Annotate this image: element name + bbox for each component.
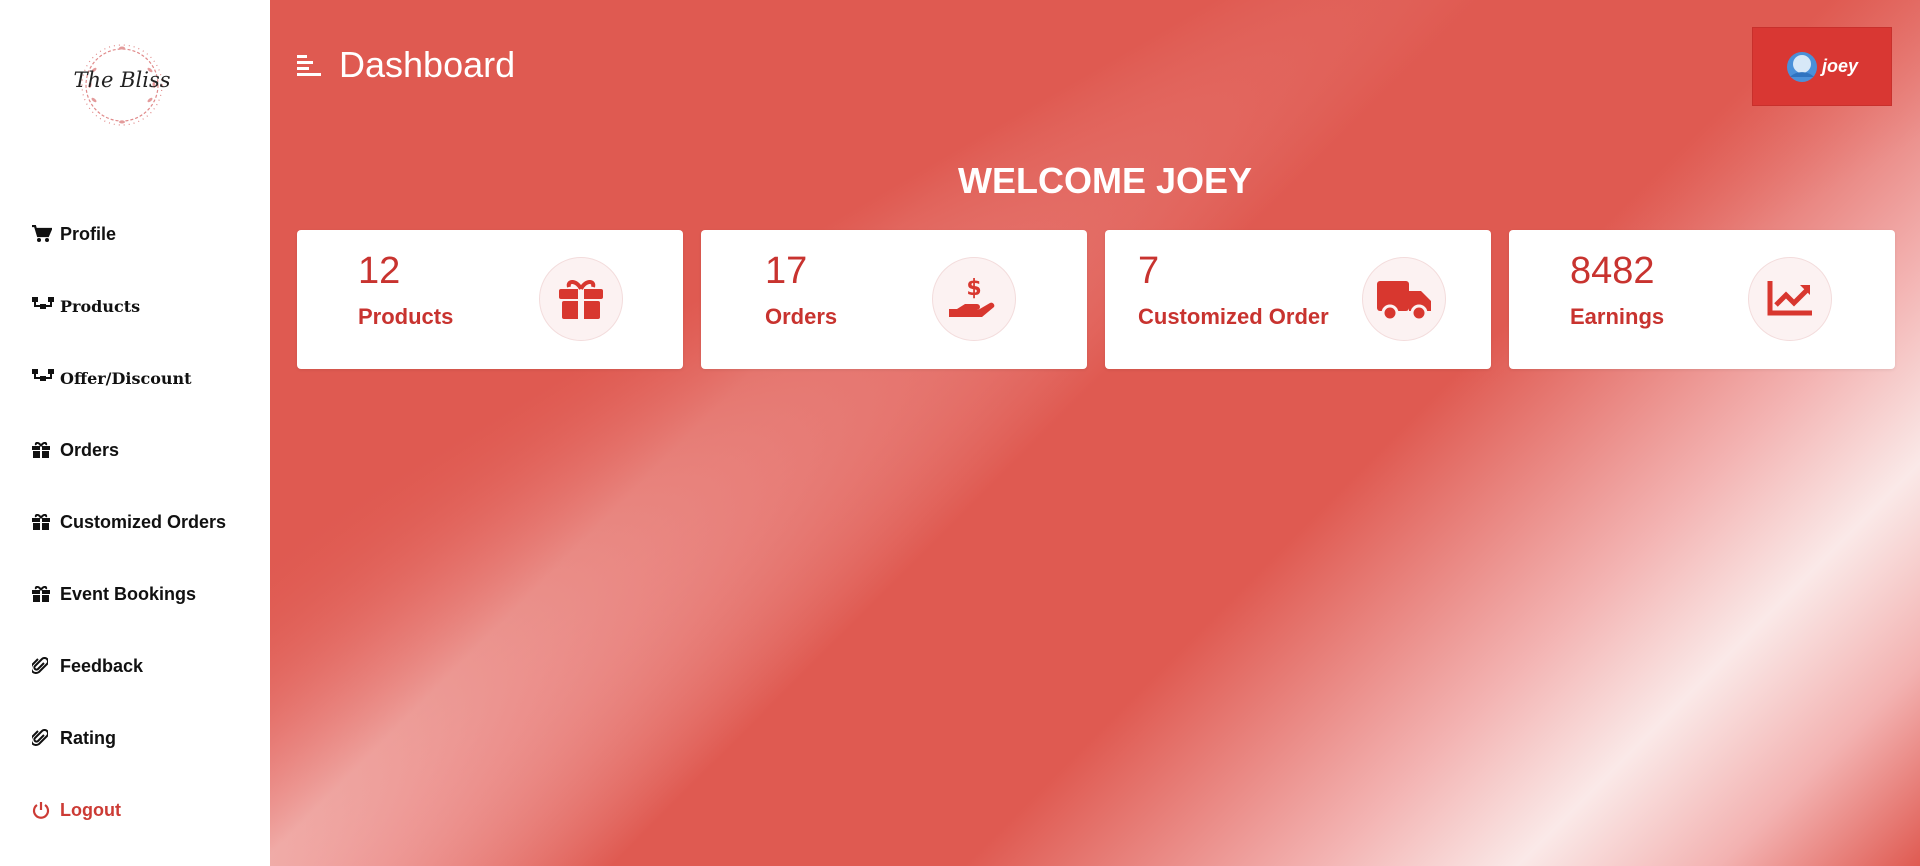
- sidebar: The Bliss Profile Products Offer/Discoun…: [0, 0, 270, 866]
- truck-icon: [1362, 257, 1446, 341]
- stat-label: Customized Order: [1138, 304, 1329, 329]
- menu-icon[interactable]: [297, 53, 321, 77]
- brand-logo[interactable]: The Bliss: [72, 40, 172, 130]
- sidebar-item-label: Products: [60, 296, 141, 316]
- stat-label: Products: [358, 304, 454, 329]
- sidebar-item-feedback[interactable]: Feedback: [32, 630, 262, 702]
- gift-icon: [32, 440, 54, 460]
- sidebar-item-customized-orders[interactable]: Customized Orders: [32, 486, 262, 558]
- gift-icon: [539, 257, 623, 341]
- main-content: Dashboard joey WELCOME JOEY 12 Products …: [270, 0, 1920, 866]
- sidebar-item-label: Event Bookings: [60, 583, 197, 604]
- sidebar-item-label: Customized Orders: [60, 511, 227, 532]
- stat-card-products[interactable]: 12 Products: [297, 230, 683, 369]
- stat-card-customized-order[interactable]: 7 Customized Order: [1105, 230, 1491, 369]
- stat-value: 17: [765, 250, 808, 292]
- stat-card-orders[interactable]: 17 Orders $: [701, 230, 1087, 369]
- sitemap-icon: [32, 368, 54, 388]
- sidebar-item-label: Profile: [60, 223, 117, 244]
- svg-text:$: $: [966, 276, 981, 301]
- sidebar-item-orders[interactable]: Orders: [32, 414, 262, 486]
- sidebar-item-label: Feedback: [60, 655, 144, 676]
- sidebar-item-label: Offer/Discount: [60, 368, 192, 388]
- sidebar-item-profile[interactable]: Profile: [32, 198, 262, 270]
- gift-icon: [32, 584, 54, 604]
- stat-label: Earnings: [1570, 304, 1665, 329]
- stat-value: 12: [358, 250, 401, 292]
- page-title: Dashboard: [339, 44, 516, 85]
- sidebar-item-label: Rating: [60, 727, 116, 748]
- stat-label: Orders: [765, 304, 838, 329]
- stat-value: 7: [1138, 250, 1160, 292]
- stats-cards: 12 Products 17 Orders $ 7 Customized Ord…: [297, 230, 1895, 369]
- user-menu-button[interactable]: joey: [1752, 27, 1892, 106]
- sidebar-item-offer-discount[interactable]: Offer/Discount: [32, 342, 262, 414]
- sitemap-icon: [32, 296, 54, 316]
- stat-value: 8482: [1570, 250, 1655, 292]
- welcome-heading: WELCOME JOEY: [957, 160, 1253, 201]
- stat-card-earnings[interactable]: 8482 Earnings: [1509, 230, 1895, 369]
- chart-line-icon: [1748, 257, 1832, 341]
- sidebar-item-products[interactable]: Products: [32, 270, 262, 342]
- gift-icon: [32, 512, 54, 532]
- user-avatar-icon: [1786, 51, 1817, 82]
- sidebar-item-rating[interactable]: Rating: [32, 702, 262, 774]
- cart-icon: [32, 224, 54, 244]
- power-icon: [32, 800, 54, 820]
- sidebar-item-label: Logout: [60, 799, 121, 820]
- sidebar-nav: Profile Products Offer/Discount Orders C…: [32, 198, 262, 846]
- hand-dollar-icon: $: [932, 257, 1016, 341]
- brand-logo-text: The Bliss: [73, 68, 171, 92]
- user-name: joey: [1821, 56, 1859, 76]
- sidebar-item-logout[interactable]: Logout: [32, 774, 262, 846]
- sidebar-item-label: Orders: [60, 439, 120, 460]
- paperclip-icon: [32, 656, 54, 676]
- sidebar-item-event-bookings[interactable]: Event Bookings: [32, 558, 262, 630]
- paperclip-icon: [32, 728, 54, 748]
- topbar: Dashboard: [297, 44, 515, 86]
